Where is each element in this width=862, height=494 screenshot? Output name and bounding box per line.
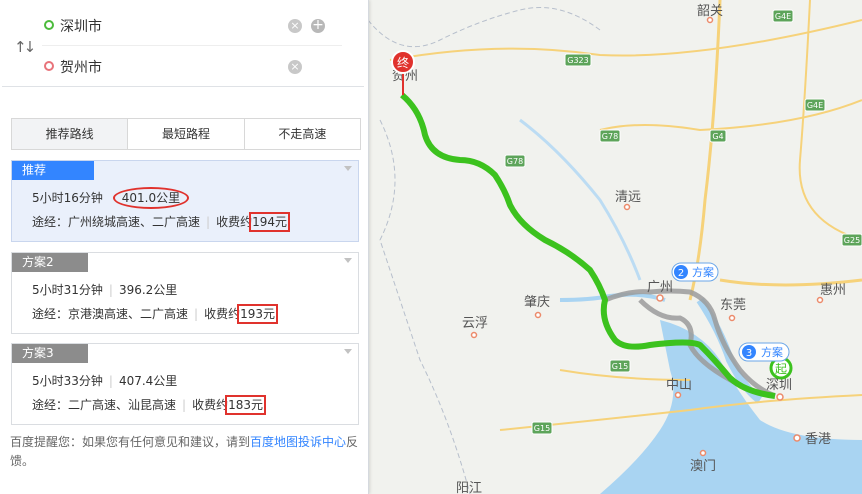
svg-text:G15: G15: [534, 424, 550, 433]
svg-text:方案: 方案: [761, 345, 783, 359]
swap-icon[interactable]: ↑↓: [14, 38, 36, 56]
route-card[interactable]: 方案3 5小时33分钟 | 407.4公里 途经：二广高速、汕昆高速 | 收费约183元: [11, 343, 359, 425]
highway-shield: G4E: [772, 9, 794, 23]
city-label: 东莞: [720, 298, 746, 313]
route-toll: 193元: [237, 304, 278, 324]
svg-text:G78: G78: [507, 157, 523, 166]
tab-shortest[interactable]: 最短路程: [127, 119, 244, 149]
route-distance: 401.0公里: [112, 187, 190, 209]
svg-text:终: 终: [397, 55, 409, 70]
svg-text:2: 2: [678, 268, 684, 279]
svg-text:3: 3: [746, 348, 752, 359]
tab-no-highway[interactable]: 不走高速: [243, 119, 360, 149]
route-card[interactable]: 方案2 5小时31分钟 | 396.2公里 途经：京港澳高速、二广高速 | 收费约193…: [11, 252, 359, 334]
highway-shield: G25: [841, 233, 862, 247]
highway-shield: G78: [504, 154, 526, 168]
route-via: 途经：广州绕城高速、二广高速: [32, 215, 201, 229]
chevron-down-icon[interactable]: [344, 258, 352, 263]
add-waypoint-icon[interactable]: +: [311, 18, 325, 33]
svg-text:G4E: G4E: [807, 101, 823, 110]
route-tag: 方案2: [12, 253, 88, 272]
origin-dot-icon: [44, 20, 54, 30]
route-tag: 推荐: [12, 161, 94, 180]
chevron-down-icon[interactable]: [344, 349, 352, 354]
toll-prefix: 收费约: [204, 307, 241, 321]
highway-shield: G323: [564, 53, 592, 67]
city-label: 中山: [666, 378, 692, 393]
city-label: 广州: [647, 280, 673, 295]
route-search-box: ↑↓ 深圳市 × + 贺州市 ×: [2, 0, 364, 87]
route-card[interactable]: 推荐 5小时16分钟 401.0公里 途经：广州绕城高速、二广高速 | 收费约194…: [11, 160, 359, 242]
route-toll: 183元: [225, 395, 266, 415]
svg-text:G25: G25: [844, 236, 860, 245]
city-label: 清远: [615, 190, 641, 205]
tab-recommended[interactable]: 推荐路线: [12, 119, 128, 149]
toll-prefix: 收费约: [216, 215, 253, 229]
route-distance: 407.4公里: [118, 374, 178, 388]
feedback-notice: 百度提醒您：如果您有任何意见和建议，请到百度地图投诉中心反馈。: [10, 433, 360, 471]
clear-destination-icon[interactable]: ×: [288, 60, 302, 74]
plan2-label[interactable]: 2 方案: [671, 262, 719, 282]
plan3-label[interactable]: 3 方案: [738, 342, 790, 362]
highway-shield: G4E: [804, 98, 826, 112]
route-toll: 194元: [249, 212, 290, 232]
svg-text:起: 起: [775, 362, 787, 376]
city-label: 香港: [805, 432, 831, 447]
route-distance: 396.2公里: [118, 283, 178, 297]
route-panel: ↑↓ 深圳市 × + 贺州市 × 推荐路线 最短路程 不走高速 推荐 5小时16…: [0, 0, 369, 494]
toll-prefix: 收费约: [192, 398, 229, 412]
divider: [42, 45, 342, 46]
city-label: 阳江: [456, 481, 482, 494]
highway-shield: G78: [599, 129, 621, 143]
svg-text:G4: G4: [712, 132, 723, 141]
route-time: 5小时33分钟: [32, 374, 103, 388]
svg-text:方案: 方案: [692, 265, 714, 279]
origin-input[interactable]: 深圳市: [60, 16, 102, 36]
svg-text:G323: G323: [567, 56, 588, 65]
svg-text:G78: G78: [602, 132, 618, 141]
destination-dot-icon: [44, 61, 54, 71]
city-label: 韶关: [697, 3, 723, 19]
route-tabs: 推荐路线 最短路程 不走高速: [11, 118, 361, 150]
city-label: 云浮: [462, 316, 488, 331]
city-label: 澳门: [690, 458, 716, 474]
clear-origin-icon[interactable]: ×: [288, 19, 302, 33]
highway-shield: G15: [609, 359, 631, 373]
highway-shield: G15: [531, 421, 553, 435]
route-time: 5小时31分钟: [32, 283, 103, 297]
svg-text:G4E: G4E: [775, 12, 791, 21]
city-label: 惠州: [820, 283, 846, 298]
route-tag: 方案3: [12, 344, 88, 363]
chevron-down-icon[interactable]: [344, 166, 352, 171]
notice-text: 百度提醒您：如果您有任何意见和建议，请到: [10, 435, 251, 449]
city-label: 深圳: [766, 378, 792, 393]
city-label: 肇庆: [524, 295, 550, 310]
destination-input[interactable]: 贺州市: [60, 57, 102, 77]
highway-shield: G4: [709, 129, 727, 143]
route-time: 5小时16分钟: [32, 191, 103, 205]
route-via: 途经：京港澳高速、二广高速: [32, 307, 189, 321]
route-via: 途经：二广高速、汕昆高速: [32, 398, 177, 412]
svg-text:G15: G15: [612, 362, 628, 371]
complaint-center-link[interactable]: 百度地图投诉中心: [250, 435, 346, 449]
